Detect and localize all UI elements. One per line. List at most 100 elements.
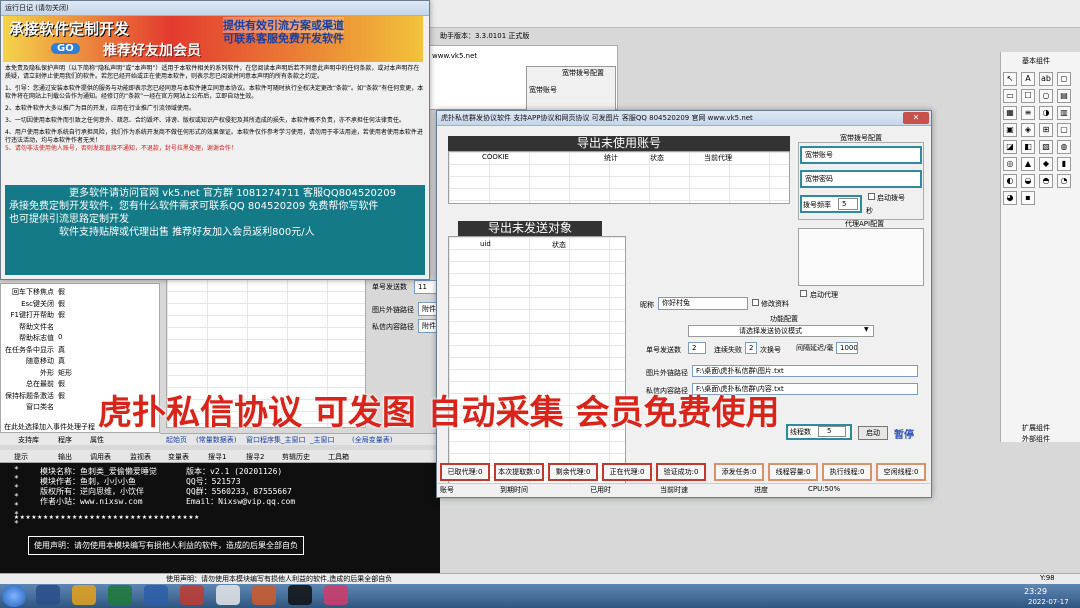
bg-config-title: 宽带拨号配置 (562, 69, 604, 77)
start-orb[interactable] (2, 585, 26, 607)
ad-banner[interactable]: 承接软件定制开发 提供有效引流方案或渠道 可联系客服免费开发软件 GO 推荐好友… (3, 16, 423, 62)
prop-val[interactable]: 0 (58, 333, 62, 341)
tool-icon[interactable]: ☐ (1021, 89, 1035, 103)
chevron-down-icon[interactable]: ▼ (864, 326, 869, 333)
tool-icon[interactable]: ▦ (1003, 106, 1017, 120)
tool-icon[interactable]: ◑ (1039, 106, 1053, 120)
console-tab-6[interactable]: 搜寻2 (246, 452, 264, 462)
tool-icon[interactable]: ▥ (1057, 106, 1071, 120)
modify-checkbox[interactable] (752, 299, 759, 306)
taskbar-app-icon[interactable] (324, 585, 348, 605)
tool-icon[interactable]: ▢ (1057, 123, 1071, 137)
tool-icon[interactable]: ◒ (1021, 174, 1035, 188)
tool-icon[interactable]: ab (1039, 72, 1053, 86)
modify-label[interactable]: 修改资料 (761, 299, 789, 309)
tool-icon[interactable]: ◎ (1003, 157, 1017, 171)
prop-val[interactable]: 假 (58, 310, 65, 320)
prop-val[interactable]: 矩形 (58, 368, 72, 378)
mid-single-val[interactable]: 11 (414, 280, 438, 294)
taskbar-app-icon[interactable] (36, 585, 60, 605)
dial-checkbox[interactable] (868, 193, 875, 200)
tool-icon[interactable]: ↖ (1003, 72, 1017, 86)
tab-program[interactable]: 程序 (58, 435, 72, 445)
tool-icon[interactable]: ◪ (1003, 140, 1017, 154)
start-button[interactable]: 启动 (858, 426, 888, 440)
editor-tab-0[interactable]: 起始页 (166, 435, 187, 445)
close-icon[interactable]: ✕ (903, 112, 929, 124)
dial-freq-input[interactable]: 5 (838, 198, 858, 210)
unused-header[interactable]: 导出未使用账号 (448, 136, 790, 151)
unsent-header[interactable]: 导出未发送对象 (458, 221, 602, 236)
mid-msg-val[interactable]: 附件图 (418, 319, 438, 333)
taskbar-app-icon[interactable] (288, 585, 312, 605)
tool-icon[interactable]: ▤ (1057, 89, 1071, 103)
prop-val[interactable]: 假 (58, 391, 65, 401)
console-tab-3[interactable]: 监视表 (130, 452, 151, 462)
tool-icon[interactable]: ▭ (1003, 89, 1017, 103)
console-tab-4[interactable]: 变量表 (168, 452, 189, 462)
console-tab-8[interactable]: 工具箱 (328, 452, 349, 462)
clock-time[interactable]: 23:29 (1024, 587, 1047, 596)
taskbar-app-icon[interactable] (180, 585, 204, 605)
tool-icon[interactable]: ▲ (1021, 157, 1035, 171)
editor-tab-3[interactable]: _主窗口 (310, 435, 335, 445)
tool-icon[interactable]: ◆ (1039, 157, 1053, 171)
tool-icon[interactable]: ▣ (1003, 123, 1017, 137)
console-tab-7[interactable]: 剪辑历史 (282, 452, 310, 462)
proxy-toggle-label[interactable]: 启动代理 (810, 290, 838, 300)
password-field[interactable]: 宽带密码 (800, 170, 922, 188)
taskbar-app-icon[interactable] (108, 585, 132, 605)
taskbar-app-icon[interactable] (252, 585, 276, 605)
tool-icon[interactable]: ▪ (1021, 191, 1035, 205)
prop-val[interactable]: 真 (58, 345, 65, 355)
tool-icon[interactable]: ◧ (1021, 140, 1035, 154)
dial-toggle-label[interactable]: 启动拨号 (877, 193, 905, 203)
fail-input[interactable]: 2 (745, 342, 757, 354)
tool-icon[interactable]: ◈ (1021, 123, 1035, 137)
prop-val[interactable]: 假 (58, 379, 65, 389)
account-field[interactable]: 宽带账号 (800, 146, 922, 164)
thread-input[interactable]: 5 (818, 426, 846, 437)
console-tab-0[interactable]: 提示 (14, 452, 28, 462)
taskbar-app-icon[interactable] (216, 585, 240, 605)
stat-box-6: 线程容量:0 (768, 463, 818, 481)
tool-icon[interactable]: ◕ (1003, 191, 1017, 205)
ext-components[interactable]: 扩展组件 (1022, 423, 1050, 433)
clock-date[interactable]: 2022-07-17 (1028, 598, 1069, 606)
mode-select[interactable]: 请选择发送协议模式 (688, 325, 874, 337)
img-path-input[interactable]: F:\桌面\虎扑私信群\图片.txt (692, 365, 918, 377)
tool-icon[interactable]: ≡ (1021, 106, 1035, 120)
editor-tab-1[interactable]: (常量数据表) (196, 435, 236, 445)
editor-tab-4[interactable]: (全局变量表) (352, 435, 392, 445)
mid-img-val[interactable]: 附件图 (418, 302, 438, 316)
proxy-api-box[interactable] (798, 228, 924, 286)
single-send-input[interactable]: 2 (688, 342, 706, 354)
tool-icon[interactable]: ▧ (1039, 140, 1053, 154)
proxy-checkbox[interactable] (800, 290, 807, 297)
tab-support[interactable]: 支持库 (18, 435, 39, 445)
editor-tab-2[interactable]: 窗口程序集_主窗口 (246, 435, 306, 445)
console-tab-2[interactable]: 调用表 (90, 452, 111, 462)
tool-icon[interactable]: ◓ (1039, 174, 1053, 188)
tool-icon[interactable]: ⊞ (1039, 123, 1053, 137)
taskbar-app-icon[interactable] (144, 585, 168, 605)
taskbar-app-icon[interactable] (72, 585, 96, 605)
prop-val[interactable]: 假 (58, 287, 65, 297)
tool-icon[interactable]: ○ (1039, 89, 1053, 103)
nick-input[interactable]: 你好村兔 (658, 297, 748, 310)
outer-components[interactable]: 外部组件 (1022, 434, 1050, 444)
console-tab-1[interactable]: 输出 (58, 452, 72, 462)
tool-icon[interactable]: ◔ (1057, 174, 1071, 188)
pause-button[interactable]: 暂停 (894, 426, 914, 441)
tool-icon[interactable]: ▮ (1057, 157, 1071, 171)
tool-icon[interactable]: ◐ (1003, 174, 1017, 188)
tab-properties[interactable]: 属性 (90, 435, 104, 445)
prop-val[interactable]: 假 (58, 299, 65, 309)
unsent-table (448, 236, 626, 492)
delay-input[interactable]: 1000 (836, 342, 858, 354)
console-tab-5[interactable]: 搜寻1 (208, 452, 226, 462)
tool-icon[interactable]: A (1021, 72, 1035, 86)
prop-val[interactable]: 真 (58, 356, 65, 366)
tool-icon[interactable]: ◻ (1057, 72, 1071, 86)
tool-icon[interactable]: ◍ (1057, 140, 1071, 154)
